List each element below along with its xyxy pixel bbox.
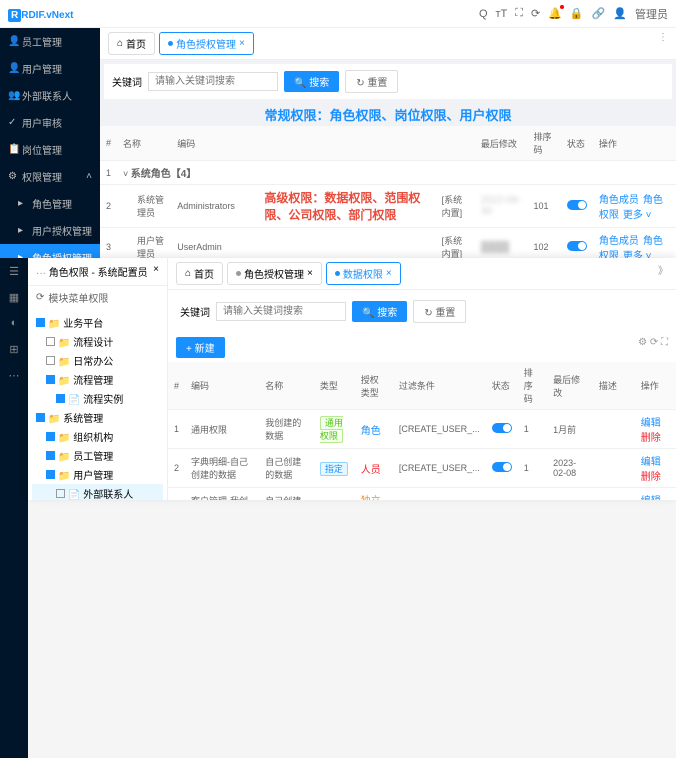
switch[interactable] [567,200,587,210]
tree-item[interactable]: 📁 系统管理 [32,408,163,427]
expand-icon-2[interactable]: 》 [658,262,668,285]
sidebar-item[interactable]: ▸用户授权管理 [0,217,100,244]
banner-normal: 常规权限：角色权限、岗位权限、用户权限 [100,103,676,126]
logo: RRDIF.vNext [8,7,73,21]
icon-font[interactable]: ᴛT [496,8,508,20]
panel-permission: ··· 角色权限 - 系统配置员 × ⟳模块菜单权限 📁 业务平台📁 流程设计📁… [28,258,676,500]
table-row[interactable]: 2字典明细-自己创建的数据自己创建的数据指定人员[CREATE_USER_...… [168,449,676,488]
search-label: 关键词 [112,74,142,89]
close-icon[interactable]: × [153,264,159,279]
vbar-icon[interactable]: ◐ [0,310,28,336]
sidebar-item[interactable]: ⚙权限管理˄ [0,163,100,190]
table-row[interactable]: 2系统管理员Administrators高级权限：数据权限、范围权限、公司权限、… [100,185,676,228]
sidebar-item[interactable]: 📋岗位管理 [0,136,100,163]
vbar-icon[interactable]: ☰ [0,258,28,284]
vbar-icon[interactable]: ⋯ [0,362,28,388]
header-actions: Q ᴛT ⛶ ⟳ 🔔 🔒 🔗 👤 管理员 [479,6,668,22]
tabs: ⌂ 首页 角色授权管理 × ⋮ [100,28,676,60]
sidebar-item[interactable]: ✓用户审核 [0,109,100,136]
tree-item[interactable]: 📁 业务平台 [32,313,163,332]
tab-role-2[interactable]: 角色授权管理 × [227,262,322,285]
search-input-2[interactable] [216,302,346,321]
reset-button-2[interactable]: ↻ 重置 [413,300,466,323]
lock-icon[interactable]: 🔒 [570,7,584,20]
tree-item[interactable]: 📁 员工管理 [32,446,163,465]
avatar[interactable]: 👤 [613,7,627,20]
username[interactable]: 管理员 [635,6,668,22]
vbar-icon[interactable]: ▦ [0,284,28,310]
tab-home[interactable]: ⌂ 首页 [108,32,155,55]
tree-item[interactable]: 📄 流程实例 [32,389,163,408]
tabs-more-icon[interactable]: ⋮ [658,32,668,55]
search-button[interactable]: 🔍 搜索 [284,71,339,92]
refresh-icon[interactable]: ⟳ [36,292,44,303]
search-input[interactable] [148,72,278,91]
bell-icon[interactable]: 🔔 [548,7,562,20]
tab-home-2[interactable]: ⌂ 首页 [176,262,223,285]
icon-q[interactable]: Q [479,8,488,20]
sidebar-item[interactable]: 👤员工管理 [0,28,100,55]
switch[interactable] [567,241,587,251]
tab-data-perm[interactable]: 数据权限 × [326,262,401,285]
link-icon[interactable]: 🔗 [592,7,606,20]
tab-role-auth[interactable]: 角色授权管理 × [159,32,254,55]
new-button[interactable]: + 新建 [176,337,225,358]
tree-item[interactable]: 📁 组织机构 [32,427,163,446]
perm-table: #编码名称类型授权类型过滤条件状态排序码最后修改描述操作 1通用权限我创建的数据… [168,362,676,500]
vbar-icon[interactable]: ⊞ [0,336,28,362]
search-button-2[interactable]: 🔍 搜索 [352,301,407,322]
tree-item[interactable]: 📁 流程管理 [32,370,163,389]
tree-item[interactable]: 📁 用户管理 [32,465,163,484]
expand-icon[interactable]: ⛶ [515,7,523,20]
table-row[interactable]: 1通用权限我创建的数据通用权限角色[CREATE_USER_...11月前编辑 … [168,410,676,449]
reset-button[interactable]: ↻ 重置 [345,70,398,93]
tree-item[interactable]: 📁 日常办公 [32,351,163,370]
tree-item[interactable]: 📄 外部联系人 [32,484,163,500]
sidebar-item[interactable]: ▸角色管理 [0,190,100,217]
settings-icon[interactable]: ⚙ ⟳ ⛶ [638,337,668,358]
sidebar-item[interactable]: 👥外部联系人 [0,82,100,109]
panel-title: ··· 角色权限 - 系统配置员 [36,264,148,279]
tree-item[interactable]: 📁 流程设计 [32,332,163,351]
refresh-icon[interactable]: ⟳ [531,7,540,20]
sidebar-item[interactable]: 👤用户管理 [0,55,100,82]
table-row[interactable]: 3客户管理-我创建的自己创建的数据增加独立设置[CREATE_USER_...1… [168,488,676,501]
